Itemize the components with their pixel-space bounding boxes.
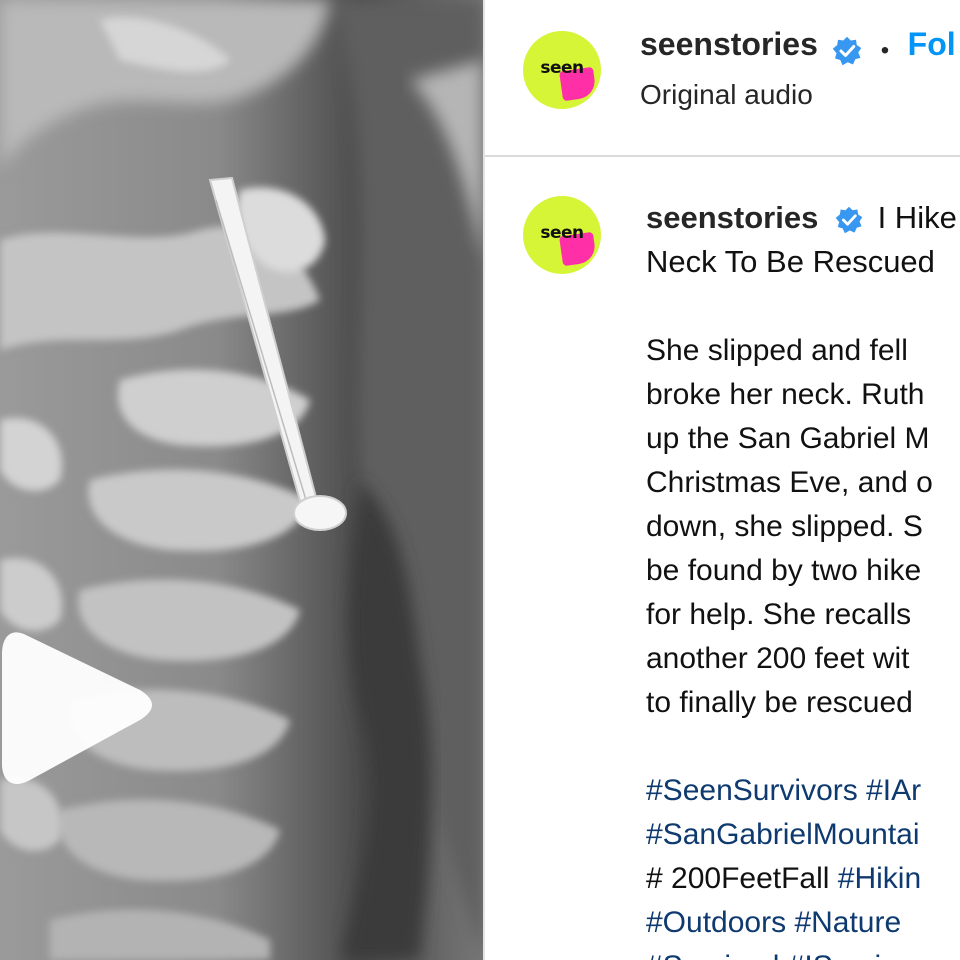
avatar[interactable]: seen (523, 31, 601, 109)
caption-body-line: broke her neck. Ruth (646, 378, 925, 411)
avatar-logo-text: seen (540, 58, 584, 78)
verified-badge-icon (833, 36, 862, 66)
play-icon[interactable] (0, 618, 160, 798)
hashtag-link[interactable]: #IAr (866, 774, 921, 807)
caption-body-line: be found by two hike (646, 554, 922, 587)
hashtag-text (779, 950, 787, 960)
hashtag-line: #SanGabrielMountai (646, 813, 920, 857)
post-video[interactable] (0, 0, 483, 960)
xray-image (0, 0, 483, 960)
follow-button[interactable]: Fol (908, 26, 956, 62)
hashtag-link[interactable]: #SanGabrielMountai (646, 818, 920, 851)
caption-block: seen seenstories I Hike Neck To Be Rescu… (485, 156, 960, 960)
caption-title-start: I Hike (877, 200, 957, 235)
hashtag-link[interactable]: #Nature (794, 906, 901, 939)
hashtag-line: # 200FeetFall #Hikin (646, 857, 921, 901)
header-user-row: seenstories • Fol (640, 26, 956, 66)
caption-body-line: for help. She recalls (646, 598, 912, 631)
hashtag-line: #SeenSurvivors #IAr (646, 769, 921, 813)
post-panel: seen seenstories • Fol Original audio se… (485, 0, 960, 960)
caption-body-line: Christmas Eve, and o (646, 466, 933, 499)
caption-verified-badge-icon (835, 206, 863, 234)
username-link[interactable]: seenstories (640, 26, 818, 62)
audio-link[interactable]: Original audio (640, 79, 813, 111)
hashtag-link[interactable]: #SeenSurvivors (646, 774, 858, 807)
hashtag-link[interactable]: #Survived (646, 950, 779, 960)
hashtag-text: # 200FeetFall (646, 862, 838, 895)
caption-body-line: She slipped and fell (646, 334, 908, 367)
caption-avatar-logo-text: seen (540, 223, 584, 243)
caption-body-line: another 200 feet wit (646, 642, 910, 675)
caption-body-line: down, she slipped. S (646, 510, 923, 543)
hashtag-line: #Survived #ISurvive (646, 945, 913, 960)
hashtag-text (858, 774, 866, 807)
caption-title-line-2: Neck To Be Rescued (646, 244, 935, 279)
hashtag-link[interactable]: #ISurvive (788, 950, 913, 960)
caption-body-line: up the San Gabriel M (646, 422, 930, 455)
hashtag-link[interactable]: #Hikin (838, 862, 921, 895)
separator-dot: • (880, 36, 890, 64)
hashtag-line: #Outdoors #Nature (646, 901, 901, 945)
post-header: seen seenstories • Fol Original audio (485, 0, 960, 157)
caption-title-line-1: seenstories I Hike (646, 196, 957, 240)
caption-avatar[interactable]: seen (523, 196, 601, 274)
caption-username-link[interactable]: seenstories (646, 200, 818, 235)
hashtag-link[interactable]: #Outdoors (646, 906, 786, 939)
caption-body-line: to finally be rescued (646, 686, 913, 719)
